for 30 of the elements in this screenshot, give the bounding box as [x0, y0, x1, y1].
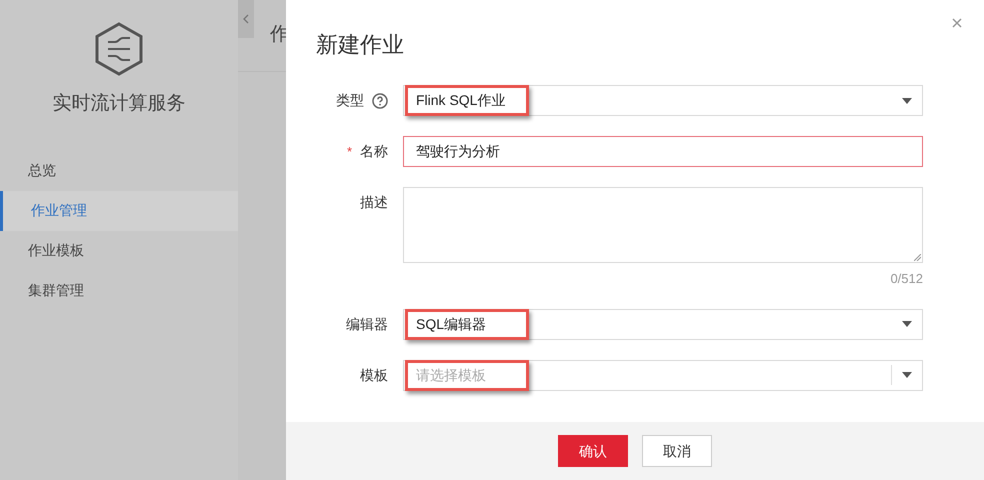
sidebar-item[interactable]: 作业管理 — [0, 190, 238, 230]
field-value: Flink SQL作业 — [405, 85, 529, 116]
caret-icon — [902, 372, 912, 378]
service-title: 实时流计算服务 — [52, 92, 186, 116]
field-label: 名称 — [360, 142, 388, 161]
cancel-button[interactable]: 取消 — [642, 435, 712, 467]
help-icon[interactable] — [372, 92, 388, 108]
field-label: 编辑器 — [346, 314, 388, 334]
required-mark: * — [346, 142, 352, 161]
character-counter: 0/512 — [890, 270, 923, 288]
placeholder-text: 请选择模板 — [405, 360, 529, 390]
input-field[interactable]: 驾驶行为分析 — [403, 136, 923, 167]
field-value: 驾驶行为分析 — [416, 142, 500, 161]
sidebar-item[interactable]: 总览 — [0, 150, 238, 190]
field-label: 描述 — [360, 193, 388, 212]
resize-handle-icon — [914, 254, 921, 261]
field-value: SQL编辑器 — [405, 308, 529, 340]
select-field[interactable]: Flink SQL作业 — [403, 85, 923, 116]
sidebar-item[interactable]: 集群管理 — [0, 270, 238, 310]
sidebar-item[interactable]: 作业模板 — [0, 230, 238, 270]
field-label: 类型 — [336, 91, 364, 110]
caret-icon — [902, 321, 912, 327]
hexagon-logo-icon — [95, 22, 143, 76]
dialog-title: 新建作业 — [316, 32, 404, 57]
close-icon[interactable] — [952, 18, 962, 28]
caret-icon — [902, 98, 912, 104]
chevron-left-icon — [243, 14, 249, 24]
select-field[interactable]: SQL编辑器 — [403, 308, 923, 340]
field-label: 模板 — [360, 366, 388, 384]
confirm-button[interactable]: 确认 — [558, 435, 628, 467]
